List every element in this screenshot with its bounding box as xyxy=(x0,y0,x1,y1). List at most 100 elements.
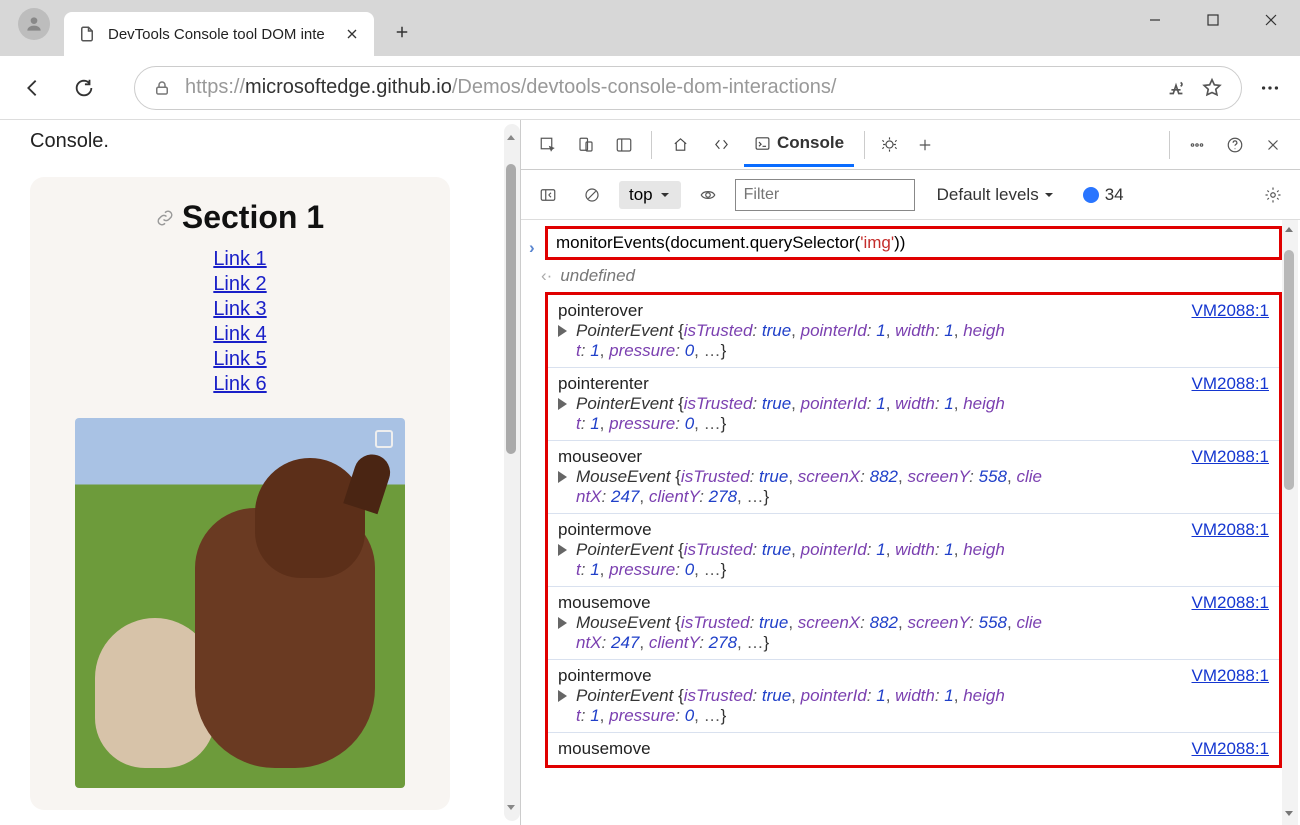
page-pane: Console. Section 1 Link 1 Link 2 Link 3 … xyxy=(0,120,520,825)
live-expression-button[interactable] xyxy=(691,178,725,212)
browser-menu-button[interactable] xyxy=(1250,77,1290,99)
devtools-scroll-thumb[interactable] xyxy=(1284,250,1294,490)
browser-toolbar: https://microsoftedge.github.io/Demos/de… xyxy=(0,56,1300,120)
scroll-down-icon[interactable] xyxy=(505,801,517,813)
devtools-scrollbar[interactable] xyxy=(1282,220,1298,825)
section-card: Section 1 Link 1 Link 2 Link 3 Link 4 Li… xyxy=(30,177,450,810)
event-name: mouseover xyxy=(558,447,642,467)
event-detail: PointerEvent {isTrusted: true, pointerId… xyxy=(558,686,1269,726)
device-toggle-button[interactable] xyxy=(569,128,603,162)
expand-triangle-icon[interactable] xyxy=(558,544,567,556)
section-title: Section 1 xyxy=(182,199,324,236)
profile-avatar[interactable] xyxy=(18,8,50,40)
window-controls xyxy=(1126,0,1300,40)
event-name: pointerover xyxy=(558,301,643,321)
event-name: pointermove xyxy=(558,520,652,540)
expand-triangle-icon[interactable] xyxy=(558,398,567,410)
devtools-panel: Console top Default levels xyxy=(520,120,1300,825)
tab-console[interactable]: Console xyxy=(744,123,854,167)
close-window-button[interactable] xyxy=(1242,0,1300,40)
browser-tab[interactable]: DevTools Console tool DOM inte xyxy=(64,12,374,56)
refresh-button[interactable] xyxy=(62,66,106,110)
context-selector[interactable]: top xyxy=(619,181,681,209)
favorite-icon[interactable] xyxy=(1201,77,1223,99)
console-event-row[interactable]: pointerover VM2088:1PointerEvent {isTrust… xyxy=(548,295,1279,368)
devtools-close-button[interactable] xyxy=(1256,128,1290,162)
issues-badge[interactable]: 34 xyxy=(1083,185,1124,205)
expand-triangle-icon[interactable] xyxy=(558,471,567,483)
vm-source-link[interactable]: VM2088:1 xyxy=(1192,374,1270,394)
console-options-bar: top Default levels 34 xyxy=(521,170,1300,220)
event-name: pointerenter xyxy=(558,374,649,394)
link-item[interactable]: Link 1 xyxy=(213,248,266,271)
event-detail: PointerEvent {isTrusted: true, pointerId… xyxy=(558,394,1269,434)
scroll-up-icon[interactable] xyxy=(1283,224,1295,236)
link-item[interactable]: Link 6 xyxy=(213,373,266,396)
event-detail: MouseEvent {isTrusted: true, screenX: 88… xyxy=(558,613,1269,653)
inspect-element-button[interactable] xyxy=(531,128,565,162)
close-tab-icon[interactable] xyxy=(344,26,360,42)
console-event-row[interactable]: mouseoverVM2088:1MouseEvent {isTrusted: … xyxy=(548,441,1279,514)
vm-source-link[interactable]: VM2088:1 xyxy=(1192,593,1270,613)
content-area: Console. Section 1 Link 1 Link 2 Link 3 … xyxy=(0,120,1300,825)
devtools-tabs: Console xyxy=(521,120,1300,170)
console-body: › monitorEvents(document.querySelector('… xyxy=(521,220,1300,825)
tab-elements[interactable] xyxy=(703,123,740,167)
expand-triangle-icon[interactable] xyxy=(558,325,567,337)
lock-icon xyxy=(153,79,171,97)
console-event-row[interactable]: mousemoveVM2088:1MouseEvent {isTrusted: … xyxy=(548,587,1279,660)
console-prompt-highlight: monitorEvents(document.querySelector('im… xyxy=(545,226,1282,260)
url-text: https://microsoftedge.github.io/Demos/de… xyxy=(185,76,1151,99)
add-tab-button[interactable] xyxy=(908,128,942,162)
scroll-down-icon[interactable] xyxy=(1283,807,1295,819)
vm-source-link[interactable]: VM2088:1 xyxy=(1192,447,1270,467)
page-scroll-thumb[interactable] xyxy=(506,164,516,454)
event-detail: PointerEvent {isTrusted: true, pointerId… xyxy=(558,540,1269,580)
vm-source-link[interactable]: VM2088:1 xyxy=(1192,520,1270,540)
console-events-highlight: pointeroverVM2088:1PointerEvent {isTrust… xyxy=(545,292,1282,768)
link-item[interactable]: Link 2 xyxy=(213,273,266,296)
back-button[interactable] xyxy=(10,66,54,110)
new-tab-button[interactable] xyxy=(384,14,420,50)
link-item[interactable]: Link 4 xyxy=(213,323,266,346)
link-item[interactable]: Link 3 xyxy=(213,298,266,321)
minimize-button[interactable] xyxy=(1126,0,1184,40)
vm-source-link[interactable]: VM2088:1 xyxy=(1192,666,1270,686)
url-bar[interactable]: https://microsoftedge.github.io/Demos/de… xyxy=(134,66,1242,110)
log-levels-selector[interactable]: Default levels xyxy=(937,185,1055,205)
page-icon xyxy=(78,25,96,43)
vm-source-link[interactable]: VM2088:1 xyxy=(1192,739,1270,759)
page-scrollbar[interactable] xyxy=(504,124,520,821)
console-event-row[interactable]: mousemove VM2088:1 xyxy=(548,733,1279,765)
tab-console-label: Console xyxy=(777,133,844,153)
page-intro-text: Console. xyxy=(30,130,490,153)
vm-source-link[interactable]: VM2088:1 xyxy=(1192,301,1270,321)
console-event-row[interactable]: pointermove VM2088:1PointerEvent {isTrust… xyxy=(548,514,1279,587)
activity-bar-button[interactable] xyxy=(607,128,641,162)
demo-image[interactable] xyxy=(75,418,405,788)
link-icon xyxy=(156,209,174,227)
devtools-more-button[interactable] xyxy=(1180,128,1214,162)
expand-triangle-icon[interactable] xyxy=(558,617,567,629)
console-event-row[interactable]: pointerenter VM2088:1PointerEvent {isTrus… xyxy=(548,368,1279,441)
expand-triangle-icon[interactable] xyxy=(558,690,567,702)
image-badge-icon xyxy=(375,430,393,448)
read-aloud-icon[interactable] xyxy=(1165,77,1187,99)
tab-welcome[interactable] xyxy=(662,123,699,167)
event-name: mousemove xyxy=(558,739,651,759)
clear-console-button[interactable] xyxy=(575,178,609,212)
event-detail: PointerEvent {isTrusted: true, pointerId… xyxy=(558,321,1269,361)
toggle-sidebar-button[interactable] xyxy=(531,178,565,212)
link-item[interactable]: Link 5 xyxy=(213,348,266,371)
console-event-row[interactable]: pointermove VM2088:1PointerEvent {isTrust… xyxy=(548,660,1279,733)
title-bar: DevTools Console tool DOM inte xyxy=(0,0,1300,56)
tab-debugger[interactable] xyxy=(875,123,904,167)
issues-dot-icon xyxy=(1083,187,1099,203)
scroll-up-icon[interactable] xyxy=(505,132,517,144)
devtools-help-button[interactable] xyxy=(1218,128,1252,162)
console-settings-button[interactable] xyxy=(1256,178,1290,212)
maximize-button[interactable] xyxy=(1184,0,1242,40)
event-name: pointermove xyxy=(558,666,652,686)
filter-input[interactable] xyxy=(735,179,915,211)
console-input-code: monitorEvents(document.querySelector('im… xyxy=(556,233,905,253)
